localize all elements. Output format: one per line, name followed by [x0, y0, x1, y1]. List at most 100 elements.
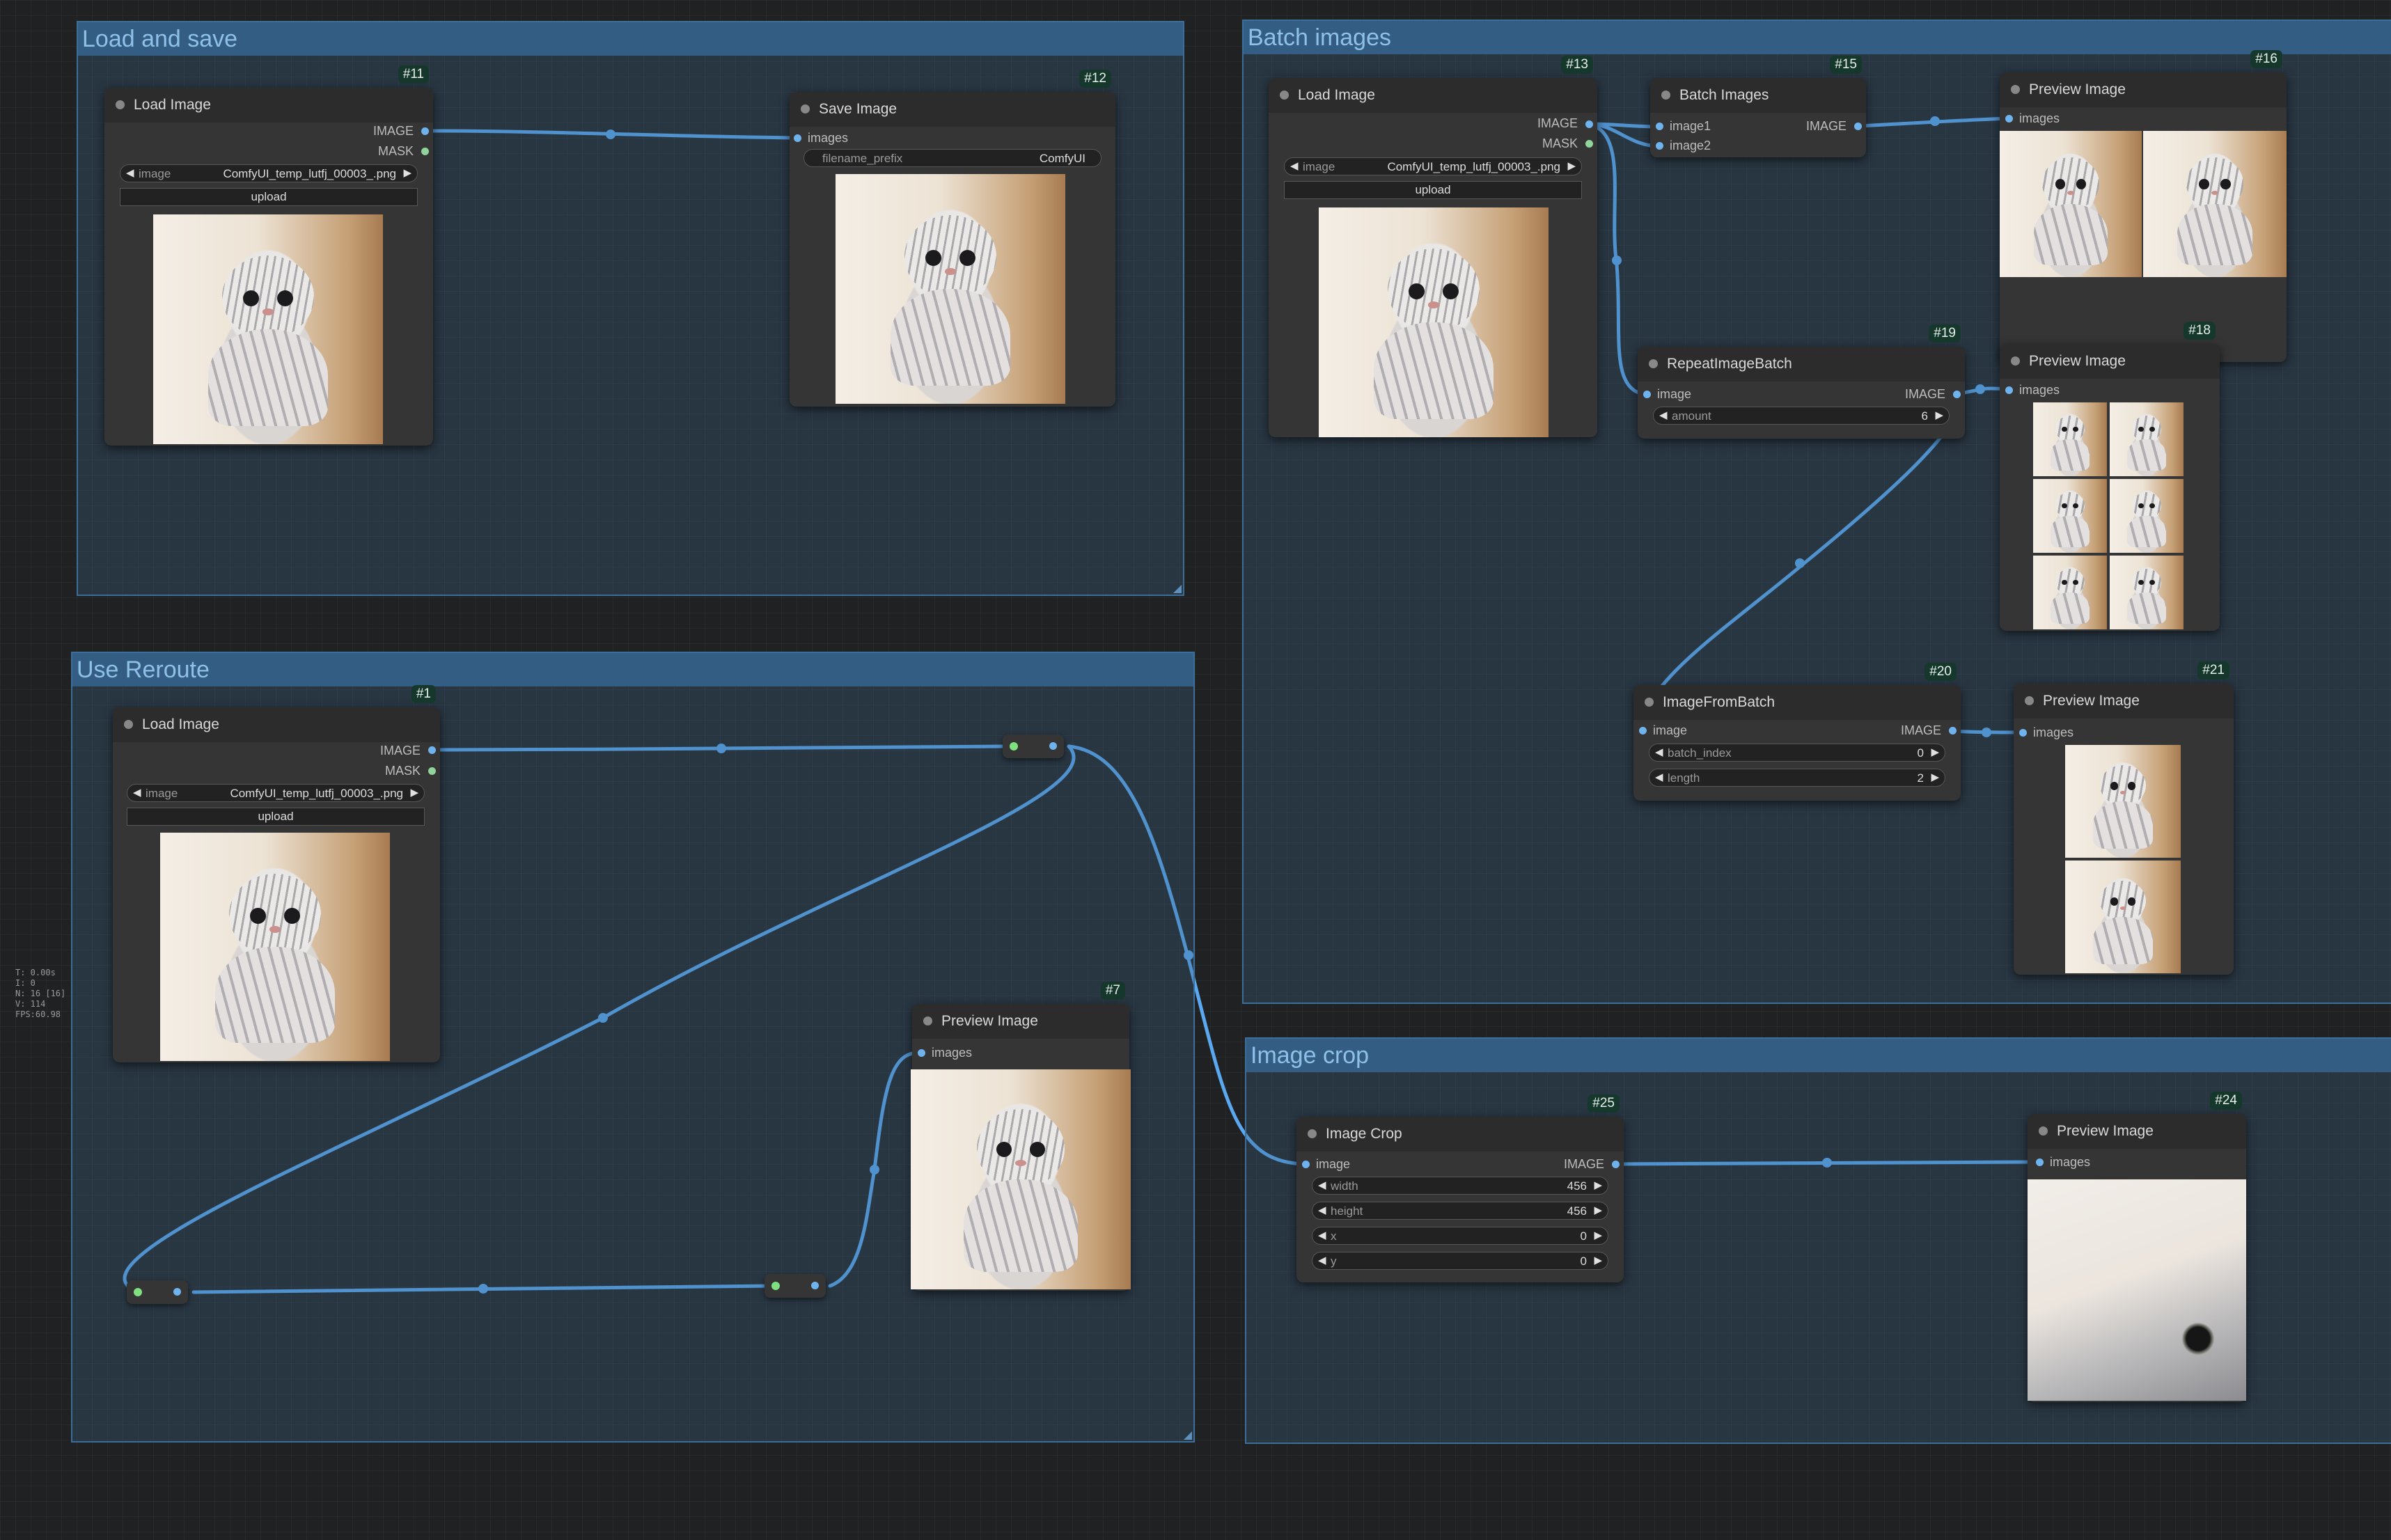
x-widget[interactable]: ◀ x 0 ▶: [1312, 1227, 1608, 1245]
arrow-right-icon[interactable]: ▶: [410, 786, 418, 799]
node-title-bar[interactable]: Preview Image: [2014, 684, 2234, 718]
reroute-node[interactable]: [127, 1280, 188, 1304]
collapse-dot-icon[interactable]: [2011, 85, 2020, 94]
output-socket-image[interactable]: [1612, 1161, 1620, 1168]
output-socket-image[interactable]: [1949, 727, 1957, 734]
image-combo-widget[interactable]: ◀ image ComfyUI_temp_lutfj_00003_.png ▶: [127, 784, 425, 802]
collapse-dot-icon[interactable]: [1661, 91, 1670, 100]
reroute-input-socket[interactable]: [771, 1282, 780, 1290]
input-socket-images[interactable]: [2005, 386, 2013, 394]
collapse-dot-icon[interactable]: [1280, 91, 1289, 100]
node-save-image-12[interactable]: #12 Save Image images filename_prefix Co…: [790, 70, 1115, 407]
output-socket-image[interactable]: [428, 746, 436, 754]
node-title-bar[interactable]: ImageFromBatch: [1633, 685, 1961, 720]
input-socket-images[interactable]: [918, 1049, 925, 1057]
reroute-input-socket[interactable]: [134, 1288, 142, 1296]
node-title-bar[interactable]: Preview Image: [2000, 344, 2220, 379]
group-title[interactable]: Image crop: [1246, 1039, 2391, 1072]
node-title-bar[interactable]: Preview Image: [2000, 72, 2287, 107]
input-socket-image[interactable]: [1643, 391, 1651, 398]
group-title[interactable]: Load and save: [78, 22, 1183, 56]
arrow-right-icon[interactable]: ▶: [1594, 1229, 1602, 1241]
collapse-dot-icon[interactable]: [801, 104, 810, 113]
reroute-node[interactable]: [765, 1274, 826, 1298]
group-title[interactable]: Use Reroute: [72, 653, 1193, 686]
collapse-dot-icon[interactable]: [116, 100, 125, 109]
arrow-right-icon[interactable]: ▶: [403, 166, 411, 179]
output-socket-mask[interactable]: [428, 767, 436, 775]
collapse-dot-icon[interactable]: [1308, 1129, 1317, 1138]
node-load-image-13[interactable]: #13 Load Image IMAGE MASK ◀ image ComfyU…: [1269, 56, 1597, 437]
node-title-bar[interactable]: Preview Image: [2028, 1114, 2246, 1149]
input-socket-image[interactable]: [1639, 727, 1647, 734]
collapse-dot-icon[interactable]: [2011, 356, 2020, 366]
group-title[interactable]: Batch images: [1244, 21, 2391, 54]
arrow-left-icon[interactable]: ◀: [1318, 1179, 1326, 1191]
collapse-dot-icon[interactable]: [923, 1016, 932, 1026]
node-preview-image-16[interactable]: #16 Preview Image images: [2000, 50, 2287, 362]
collapse-dot-icon[interactable]: [1649, 359, 1658, 368]
resize-grip-icon[interactable]: [1173, 585, 1182, 593]
input-socket-image2[interactable]: [1656, 142, 1663, 150]
output-socket-image[interactable]: [421, 127, 429, 135]
batch-index-widget[interactable]: ◀ batch_index 0 ▶: [1649, 744, 1945, 762]
node-load-image-1[interactable]: #1 Load Image IMAGE MASK ◀ image ComfyUI…: [113, 685, 440, 1062]
reroute-output-socket[interactable]: [173, 1288, 181, 1296]
output-socket-mask[interactable]: [421, 148, 429, 155]
arrow-left-icon[interactable]: ◀: [133, 786, 141, 799]
image-combo-widget[interactable]: ◀ image ComfyUI_temp_lutfj_00003_.png ▶: [120, 164, 418, 182]
output-socket-mask[interactable]: [1585, 140, 1593, 148]
arrow-left-icon[interactable]: ◀: [126, 166, 134, 179]
filename-prefix-widget[interactable]: filename_prefix ComfyUI: [803, 149, 1102, 167]
arrow-left-icon[interactable]: ◀: [1318, 1254, 1326, 1266]
node-title-bar[interactable]: RepeatImageBatch: [1638, 347, 1965, 382]
arrow-left-icon[interactable]: ◀: [1655, 771, 1663, 783]
reroute-node[interactable]: [1003, 734, 1064, 758]
node-title-bar[interactable]: Batch Images: [1650, 78, 1866, 113]
collapse-dot-icon[interactable]: [1645, 698, 1654, 707]
node-title-bar[interactable]: Load Image: [1269, 78, 1597, 113]
arrow-right-icon[interactable]: ▶: [1567, 159, 1576, 172]
arrow-right-icon[interactable]: ▶: [1594, 1254, 1602, 1266]
collapse-dot-icon[interactable]: [2025, 696, 2034, 705]
arrow-left-icon[interactable]: ◀: [1318, 1204, 1326, 1216]
reroute-output-socket[interactable]: [811, 1282, 819, 1289]
collapse-dot-icon[interactable]: [2039, 1126, 2048, 1136]
width-widget[interactable]: ◀ width 456 ▶: [1312, 1177, 1608, 1195]
arrow-right-icon[interactable]: ▶: [1935, 409, 1943, 421]
input-socket-images[interactable]: [794, 134, 801, 142]
node-preview-image-7[interactable]: #7 Preview Image images: [911, 982, 1131, 1291]
resize-grip-icon[interactable]: [1184, 1431, 1192, 1440]
node-load-image-11[interactable]: #11 Load Image IMAGE MASK ◀ image ComfyU…: [104, 65, 433, 446]
node-title-bar[interactable]: Load Image: [113, 707, 440, 742]
node-image-from-batch-20[interactable]: #20 ImageFromBatch image IMAGE ◀ batch_i…: [1633, 663, 1961, 801]
arrow-right-icon[interactable]: ▶: [1931, 771, 1939, 783]
node-preview-image-24[interactable]: #24 Preview Image images: [2028, 1092, 2246, 1402]
input-socket-image[interactable]: [1302, 1161, 1310, 1168]
output-socket-image[interactable]: [1854, 123, 1862, 130]
node-batch-images-15[interactable]: #15 Batch Images image1 image2 IMAGE: [1650, 56, 1866, 157]
node-repeat-image-batch-19[interactable]: #19 RepeatImageBatch image IMAGE ◀ amoun…: [1638, 324, 1965, 439]
upload-button[interactable]: upload: [120, 188, 418, 206]
reroute-output-socket[interactable]: [1049, 742, 1057, 750]
upload-button[interactable]: upload: [1284, 181, 1582, 199]
collapse-dot-icon[interactable]: [124, 720, 133, 729]
y-widget[interactable]: ◀ y 0 ▶: [1312, 1252, 1608, 1270]
node-title-bar[interactable]: Image Crop: [1296, 1117, 1624, 1152]
node-preview-image-18[interactable]: #18 Preview Image images: [2000, 322, 2220, 631]
arrow-left-icon[interactable]: ◀: [1290, 159, 1299, 172]
node-image-crop-25[interactable]: #25 Image Crop image IMAGE ◀ width 456 ▶…: [1296, 1094, 1624, 1282]
node-title-bar[interactable]: Save Image: [790, 92, 1115, 127]
input-socket-images[interactable]: [2005, 115, 2013, 123]
image-combo-widget[interactable]: ◀ image ComfyUI_temp_lutfj_00003_.png ▶: [1284, 157, 1582, 175]
input-socket-image1[interactable]: [1656, 123, 1663, 130]
arrow-left-icon[interactable]: ◀: [1659, 409, 1668, 421]
output-socket-image[interactable]: [1953, 391, 1961, 398]
length-widget[interactable]: ◀ length 2 ▶: [1649, 769, 1945, 787]
arrow-left-icon[interactable]: ◀: [1655, 746, 1663, 758]
output-socket-image[interactable]: [1585, 120, 1593, 128]
node-title-bar[interactable]: Load Image: [104, 88, 433, 123]
arrow-right-icon[interactable]: ▶: [1594, 1204, 1602, 1216]
node-preview-image-21[interactable]: #21 Preview Image images: [2014, 661, 2234, 975]
arrow-right-icon[interactable]: ▶: [1594, 1179, 1602, 1191]
